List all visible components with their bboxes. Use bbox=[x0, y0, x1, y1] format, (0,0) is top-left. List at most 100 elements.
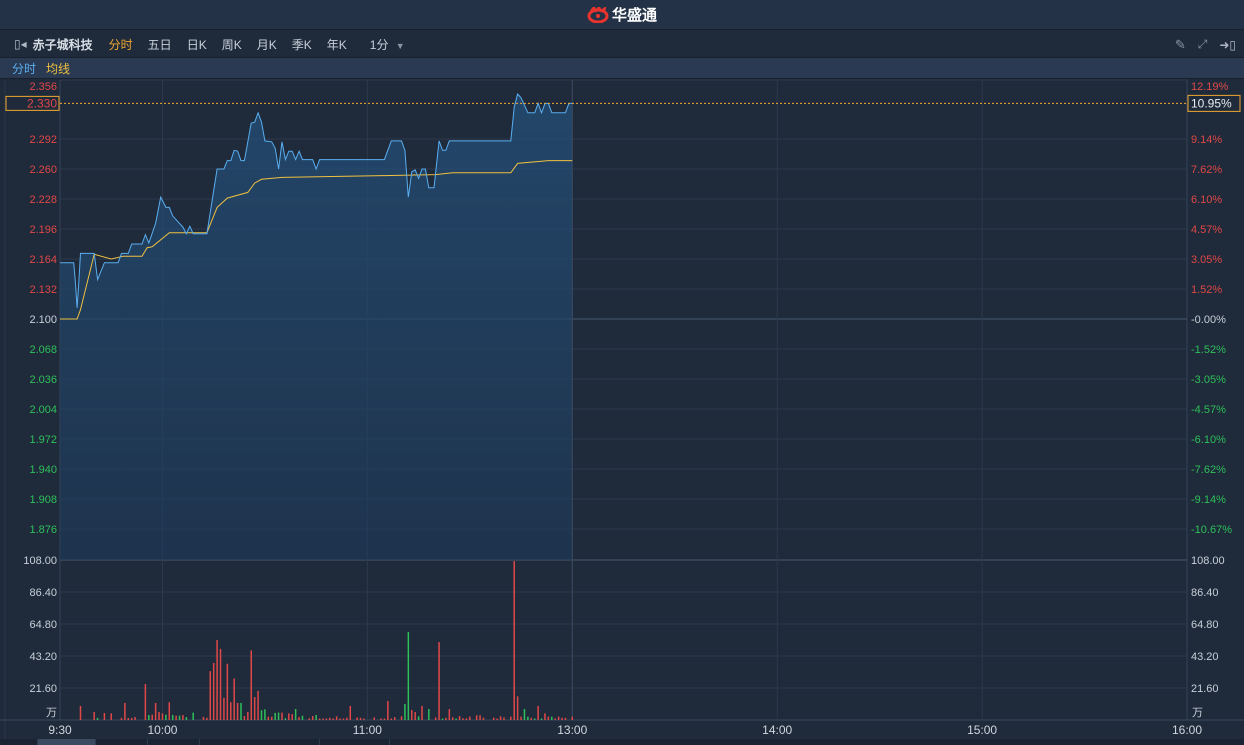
tab-intraday[interactable]: 分时 bbox=[109, 36, 133, 53]
volume-bar bbox=[465, 718, 468, 720]
volume-bar bbox=[308, 718, 311, 720]
volume-unit-label: 万 bbox=[46, 707, 57, 719]
volume-bar bbox=[277, 712, 280, 720]
volume-bar bbox=[318, 718, 321, 720]
volume-bar bbox=[185, 717, 188, 720]
collapse-left-icon[interactable]: ▯◂ bbox=[14, 37, 27, 51]
volume-bar bbox=[479, 715, 481, 720]
time-navigator[interactable] bbox=[0, 739, 1244, 745]
intraday-chart[interactable]: 2.356 12.19% 2.292 9.14% 2.260 7.62% 2.228 6.10… bbox=[0, 0, 1244, 745]
volume-bar bbox=[165, 714, 167, 720]
pct-tick-label: 9.14% bbox=[1191, 134, 1222, 146]
pct-tick-label: -0.00% bbox=[1191, 314, 1226, 326]
volume-bar bbox=[192, 712, 194, 720]
volume-bar bbox=[226, 663, 229, 720]
time-tick-label: 9:30 bbox=[48, 723, 72, 737]
volume-bar bbox=[158, 712, 160, 720]
volume-bar bbox=[284, 718, 287, 720]
volume-bar bbox=[496, 718, 498, 720]
volume-bar bbox=[329, 717, 331, 720]
volume-bar bbox=[161, 713, 164, 720]
tab-five-day[interactable]: 五日 bbox=[148, 36, 172, 53]
volume-bar bbox=[339, 718, 341, 720]
volume-bar bbox=[219, 648, 222, 720]
volume-bar bbox=[438, 642, 440, 720]
pct-tick-label: 3.05% bbox=[1191, 254, 1222, 266]
price-tick-label: 2.100 bbox=[29, 314, 57, 326]
volume-bar bbox=[537, 705, 539, 720]
volume-bar bbox=[404, 704, 406, 720]
volume-bar bbox=[349, 705, 352, 720]
brand-logo: 华盛通 bbox=[587, 4, 657, 25]
volume-bar bbox=[110, 713, 112, 720]
volume-bar bbox=[520, 716, 522, 720]
volume-bar bbox=[462, 718, 464, 720]
volume-bar bbox=[288, 713, 290, 720]
volume-bar bbox=[335, 716, 338, 720]
pct-tick-label: 6.10% bbox=[1191, 194, 1222, 206]
volume-bar bbox=[124, 702, 126, 720]
volume-bar bbox=[281, 712, 283, 720]
volume-bar bbox=[414, 712, 416, 720]
price-tick-label: 2.132 bbox=[29, 284, 57, 296]
pct-tick-label: 1.52% bbox=[1191, 284, 1222, 296]
pct-tick-label: -9.14% bbox=[1191, 494, 1226, 506]
volume-bar bbox=[79, 705, 82, 720]
tab-monthly-k[interactable]: 月K bbox=[257, 36, 277, 53]
volume-bar bbox=[516, 696, 519, 720]
volume-bar bbox=[148, 714, 150, 720]
pct-tick-label: 7.62% bbox=[1191, 164, 1222, 176]
brand-logo-icon bbox=[587, 6, 609, 23]
volume-bar bbox=[206, 717, 208, 720]
volume-bar bbox=[301, 715, 304, 720]
interval-select[interactable]: 1分 ▼ bbox=[370, 36, 405, 53]
chart-toolbar: ▯◂ 赤子城科技 分时 五日 日K 周K 月K 季K 年K 1分 ▼ ✎ ⤢ ➜… bbox=[0, 31, 1244, 58]
volume-tick-label: 43.20 bbox=[1191, 651, 1219, 663]
volume-bar bbox=[274, 712, 276, 720]
pct-tick-label: -3.05% bbox=[1191, 374, 1226, 386]
fullscreen-icon[interactable]: ⤢ bbox=[1198, 37, 1208, 52]
volume-bar bbox=[428, 709, 430, 720]
price-tick-label: 2.260 bbox=[29, 164, 57, 176]
volume-bar bbox=[144, 684, 147, 720]
volume-bar bbox=[383, 718, 386, 720]
pencil-icon[interactable]: ✎ bbox=[1175, 37, 1186, 53]
legend-price-line: 分时 bbox=[12, 61, 37, 76]
volume-bar bbox=[557, 716, 560, 720]
tab-yearly-k[interactable]: 年K bbox=[327, 36, 347, 53]
volume-bar bbox=[182, 714, 184, 720]
navigator-window[interactable] bbox=[37, 739, 95, 745]
volume-bar bbox=[134, 717, 136, 720]
volume-bar bbox=[527, 716, 529, 720]
volume-bar bbox=[130, 717, 133, 720]
time-tick-label: 13:00 bbox=[557, 723, 587, 737]
volume-bar bbox=[311, 716, 314, 720]
volume-bar bbox=[243, 716, 246, 720]
volume-bar bbox=[233, 678, 235, 720]
volume-tick-label: 64.80 bbox=[1191, 619, 1219, 631]
tab-quarterly-k[interactable]: 季K bbox=[292, 36, 312, 53]
tab-daily-k[interactable]: 日K bbox=[187, 36, 207, 53]
tab-weekly-k[interactable]: 周K bbox=[222, 36, 242, 53]
stock-name: 赤子城科技 bbox=[32, 37, 93, 52]
volume-bar bbox=[417, 716, 420, 720]
volume-bar bbox=[513, 561, 515, 720]
volume-bar bbox=[250, 650, 252, 720]
time-tick-label: 10:00 bbox=[147, 723, 177, 737]
volume-bar bbox=[469, 716, 471, 720]
navigator-segment bbox=[147, 739, 199, 745]
volume-bar bbox=[411, 709, 413, 720]
volume-bar bbox=[171, 714, 174, 720]
collapse-right-icon[interactable]: ➜▯ bbox=[1219, 38, 1236, 52]
volume-bar bbox=[445, 717, 447, 720]
volume-bar bbox=[212, 662, 215, 720]
volume-bar bbox=[441, 718, 444, 720]
time-tick-label: 11:00 bbox=[353, 723, 382, 737]
volume-tick-label: 86.40 bbox=[1191, 587, 1219, 599]
volume-bar bbox=[298, 717, 300, 720]
volume-bar bbox=[540, 718, 543, 720]
volume-bar bbox=[564, 717, 567, 720]
volume-tick-label: 108.00 bbox=[1191, 555, 1225, 567]
volume-bar bbox=[240, 702, 242, 720]
price-tick-label: 2.356 bbox=[29, 81, 57, 93]
